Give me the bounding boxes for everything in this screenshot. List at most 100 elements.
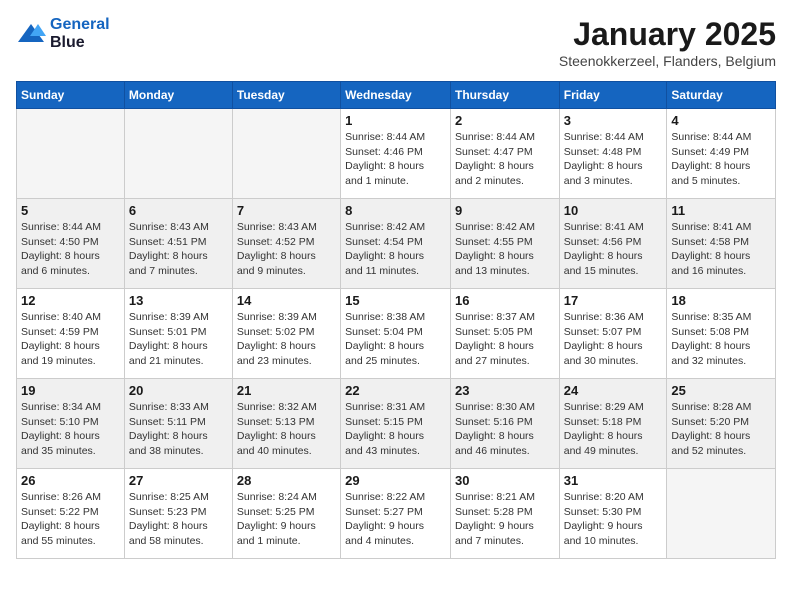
calendar-cell: 27 Sunrise: 8:25 AMSunset: 5:23 PMDayligh… [124, 469, 232, 559]
day-info: Sunrise: 8:24 AMSunset: 5:25 PMDaylight:… [237, 490, 336, 549]
day-info: Sunrise: 8:26 AMSunset: 5:22 PMDaylight:… [21, 490, 120, 549]
page-header: General Blue January 2025 Steenokkerzeel… [16, 16, 776, 69]
day-number: 8 [345, 203, 446, 218]
calendar-cell: 17 Sunrise: 8:36 AMSunset: 5:07 PMDayligh… [559, 289, 667, 379]
calendar-cell: 19 Sunrise: 8:34 AMSunset: 5:10 PMDayligh… [17, 379, 125, 469]
calendar-cell: 6 Sunrise: 8:43 AMSunset: 4:51 PMDaylight… [124, 199, 232, 289]
day-info: Sunrise: 8:36 AMSunset: 5:07 PMDaylight:… [564, 310, 663, 369]
calendar-cell: 31Sunrise: 8:20 AMSunset: 5:30 PMDayligh… [559, 469, 667, 559]
calendar-cell: 7Sunrise: 8:43 AMSunset: 4:52 PMDaylight… [232, 199, 340, 289]
day-number: 24 [564, 383, 663, 398]
calendar-cell: 5 Sunrise: 8:44 AMSunset: 4:50 PMDaylight… [17, 199, 125, 289]
calendar-cell: 29 Sunrise: 8:22 AMSunset: 5:27 PMDayligh… [341, 469, 451, 559]
weekday-header: Thursday [450, 82, 559, 109]
calendar-cell: 26 Sunrise: 8:26 AMSunset: 5:22 PMDayligh… [17, 469, 125, 559]
calendar-week-row: 5 Sunrise: 8:44 AMSunset: 4:50 PMDaylight… [17, 199, 776, 289]
calendar-week-row: 26 Sunrise: 8:26 AMSunset: 5:22 PMDayligh… [17, 469, 776, 559]
weekday-header: Monday [124, 82, 232, 109]
day-info: Sunrise: 8:28 AMSunset: 5:20 PMDaylight:… [671, 400, 771, 459]
day-number: 30 [455, 473, 555, 488]
calendar-cell: 25 Sunrise: 8:28 AMSunset: 5:20 PMDayligh… [667, 379, 776, 469]
day-number: 22 [345, 383, 446, 398]
day-number: 3 [564, 113, 663, 128]
day-number: 1 [345, 113, 446, 128]
day-number: 2 [455, 113, 555, 128]
calendar: SundayMondayTuesdayWednesdayThursdayFrid… [16, 81, 776, 559]
calendar-cell [667, 469, 776, 559]
day-info: Sunrise: 8:39 AMSunset: 5:01 PMDaylight:… [129, 310, 228, 369]
day-info: Sunrise: 8:22 AMSunset: 5:27 PMDaylight:… [345, 490, 446, 549]
day-number: 26 [21, 473, 120, 488]
logo: General Blue [16, 16, 110, 52]
day-info: Sunrise: 8:37 AMSunset: 5:05 PMDaylight:… [455, 310, 555, 369]
day-number: 12 [21, 293, 120, 308]
calendar-cell: 30 Sunrise: 8:21 AMSunset: 5:28 PMDayligh… [450, 469, 559, 559]
weekday-header: Saturday [667, 82, 776, 109]
day-number: 18 [671, 293, 771, 308]
day-number: 13 [129, 293, 228, 308]
calendar-week-row: 1 Sunrise: 8:44 AMSunset: 4:46 PMDaylight… [17, 109, 776, 199]
day-number: 11 [671, 203, 771, 218]
day-info: Sunrise: 8:35 AMSunset: 5:08 PMDaylight:… [671, 310, 771, 369]
day-info: Sunrise: 8:43 AMSunset: 4:51 PMDaylight:… [129, 220, 228, 279]
day-number: 6 [129, 203, 228, 218]
day-info: Sunrise: 8:21 AMSunset: 5:28 PMDaylight:… [455, 490, 555, 549]
title-block: January 2025 Steenokkerzeel, Flanders, B… [559, 16, 776, 69]
calendar-cell: 16 Sunrise: 8:37 AMSunset: 5:05 PMDayligh… [450, 289, 559, 379]
day-number: 7 [237, 203, 336, 218]
weekday-header-row: SundayMondayTuesdayWednesdayThursdayFrid… [17, 82, 776, 109]
day-info: Sunrise: 8:44 AMSunset: 4:49 PMDaylight:… [671, 130, 771, 189]
weekday-header: Sunday [17, 82, 125, 109]
calendar-week-row: 12 Sunrise: 8:40 AMSunset: 4:59 PMDayligh… [17, 289, 776, 379]
day-number: 27 [129, 473, 228, 488]
calendar-cell: 15 Sunrise: 8:38 AMSunset: 5:04 PMDayligh… [341, 289, 451, 379]
weekday-header: Tuesday [232, 82, 340, 109]
day-info: Sunrise: 8:31 AMSunset: 5:15 PMDaylight:… [345, 400, 446, 459]
calendar-cell [232, 109, 340, 199]
day-info: Sunrise: 8:38 AMSunset: 5:04 PMDaylight:… [345, 310, 446, 369]
day-info: Sunrise: 8:42 AMSunset: 4:55 PMDaylight:… [455, 220, 555, 279]
day-info: Sunrise: 8:20 AMSunset: 5:30 PMDaylight:… [564, 490, 663, 549]
day-info: Sunrise: 8:25 AMSunset: 5:23 PMDaylight:… [129, 490, 228, 549]
calendar-cell: 9Sunrise: 8:42 AMSunset: 4:55 PMDaylight… [450, 199, 559, 289]
day-info: Sunrise: 8:42 AMSunset: 4:54 PMDaylight:… [345, 220, 446, 279]
calendar-cell: 18 Sunrise: 8:35 AMSunset: 5:08 PMDayligh… [667, 289, 776, 379]
logo-text: General Blue [50, 16, 110, 52]
location: Steenokkerzeel, Flanders, Belgium [559, 53, 776, 69]
calendar-cell: 8 Sunrise: 8:42 AMSunset: 4:54 PMDaylight… [341, 199, 451, 289]
day-number: 14 [237, 293, 336, 308]
calendar-cell: 22 Sunrise: 8:31 AMSunset: 5:15 PMDayligh… [341, 379, 451, 469]
day-number: 21 [237, 383, 336, 398]
day-number: 10 [564, 203, 663, 218]
calendar-cell: 13 Sunrise: 8:39 AMSunset: 5:01 PMDayligh… [124, 289, 232, 379]
day-info: Sunrise: 8:44 AMSunset: 4:50 PMDaylight:… [21, 220, 120, 279]
day-number: 5 [21, 203, 120, 218]
day-number: 25 [671, 383, 771, 398]
day-info: Sunrise: 8:32 AMSunset: 5:13 PMDaylight:… [237, 400, 336, 459]
day-number: 15 [345, 293, 446, 308]
day-info: Sunrise: 8:41 AMSunset: 4:56 PMDaylight:… [564, 220, 663, 279]
calendar-cell: 20 Sunrise: 8:33 AMSunset: 5:11 PMDayligh… [124, 379, 232, 469]
weekday-header: Friday [559, 82, 667, 109]
calendar-cell: 4Sunrise: 8:44 AMSunset: 4:49 PMDaylight… [667, 109, 776, 199]
day-number: 29 [345, 473, 446, 488]
calendar-week-row: 19 Sunrise: 8:34 AMSunset: 5:10 PMDayligh… [17, 379, 776, 469]
day-number: 16 [455, 293, 555, 308]
day-info: Sunrise: 8:39 AMSunset: 5:02 PMDaylight:… [237, 310, 336, 369]
day-info: Sunrise: 8:40 AMSunset: 4:59 PMDaylight:… [21, 310, 120, 369]
day-info: Sunrise: 8:44 AMSunset: 4:46 PMDaylight:… [345, 130, 446, 189]
day-info: Sunrise: 8:44 AMSunset: 4:48 PMDaylight:… [564, 130, 663, 189]
calendar-cell: 3 Sunrise: 8:44 AMSunset: 4:48 PMDaylight… [559, 109, 667, 199]
calendar-cell [17, 109, 125, 199]
calendar-cell: 12 Sunrise: 8:40 AMSunset: 4:59 PMDayligh… [17, 289, 125, 379]
day-number: 19 [21, 383, 120, 398]
calendar-cell: 14 Sunrise: 8:39 AMSunset: 5:02 PMDayligh… [232, 289, 340, 379]
logo-icon [16, 22, 46, 46]
calendar-cell: 2Sunrise: 8:44 AMSunset: 4:47 PMDaylight… [450, 109, 559, 199]
day-number: 20 [129, 383, 228, 398]
day-info: Sunrise: 8:34 AMSunset: 5:10 PMDaylight:… [21, 400, 120, 459]
day-info: Sunrise: 8:33 AMSunset: 5:11 PMDaylight:… [129, 400, 228, 459]
day-number: 17 [564, 293, 663, 308]
calendar-cell: 11Sunrise: 8:41 AMSunset: 4:58 PMDayligh… [667, 199, 776, 289]
calendar-cell: 10 Sunrise: 8:41 AMSunset: 4:56 PMDayligh… [559, 199, 667, 289]
